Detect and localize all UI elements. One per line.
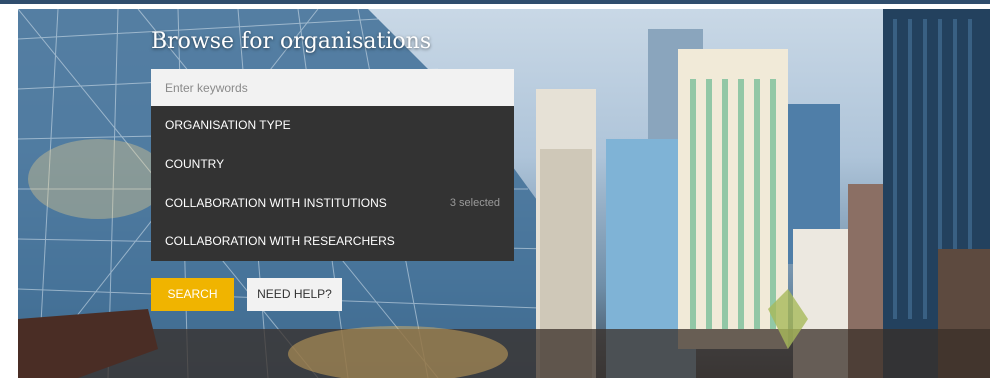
filter-label: COLLABORATION WITH RESEARCHERS xyxy=(165,234,395,249)
filter-label: COLLABORATION WITH INSTITUTIONS xyxy=(165,195,387,210)
need-help-button[interactable]: NEED HELP? xyxy=(247,278,342,311)
keyword-search-input[interactable] xyxy=(151,69,514,106)
filter-label: COUNTRY xyxy=(165,156,225,171)
top-rule xyxy=(0,0,990,4)
hero-banner: Browse for organisations ORGANISATION TY… xyxy=(18,9,990,378)
page-title: Browse for organisations xyxy=(151,29,432,54)
filter-organisation-type[interactable]: ORGANISATION TYPE xyxy=(151,106,514,145)
filter-selected-count: 3 selected xyxy=(449,196,500,209)
filter-label: ORGANISATION TYPE xyxy=(165,118,291,132)
filter-collaboration-with-researchers[interactable]: COLLABORATION WITH RESEARCHERS xyxy=(151,222,514,261)
filter-collaboration-with-institutions[interactable]: COLLABORATION WITH INSTITUTIONS 3 select… xyxy=(151,184,514,223)
filter-country[interactable]: COUNTRY xyxy=(151,145,514,184)
search-button[interactable]: SEARCH xyxy=(151,278,234,311)
filter-panel: ORGANISATION TYPE COUNTRY COLLABORATION … xyxy=(151,106,514,261)
